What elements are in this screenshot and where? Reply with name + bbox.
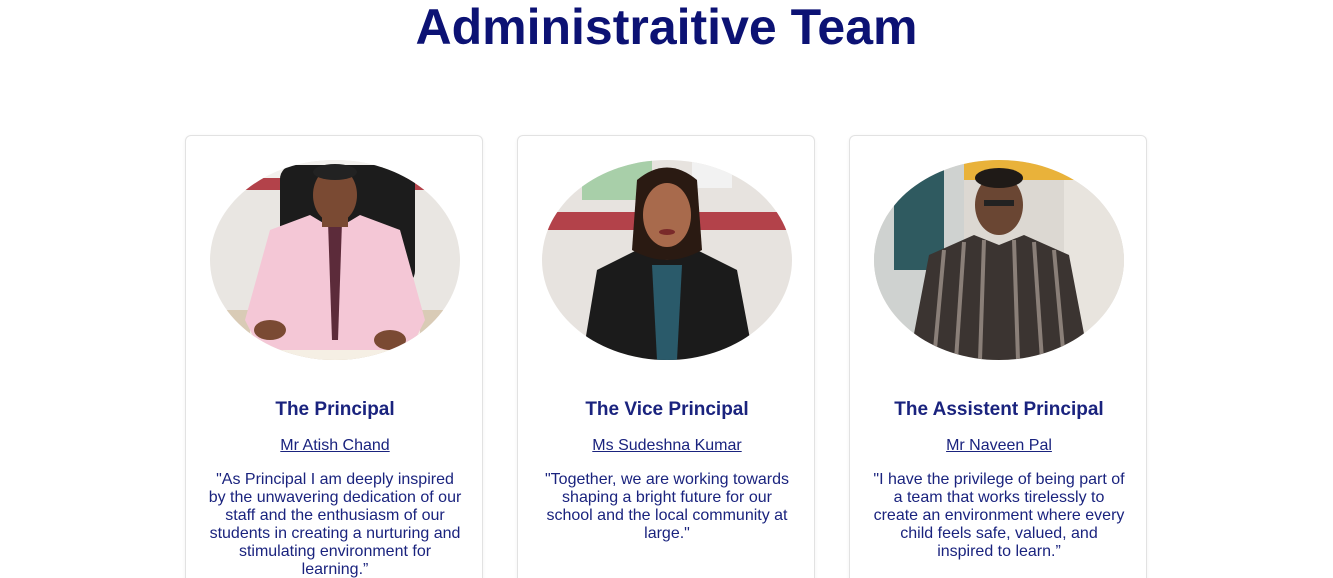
assistant-principal-quote: "I have the privilege of being part of a… (873, 471, 1125, 560)
role-title: The Vice Principal (585, 399, 749, 420)
assistant-principal-name-link[interactable]: Mr Naveen Pal (850, 436, 1148, 456)
vice-principal-quote: "Together, we are working towards shapin… (544, 471, 790, 542)
role-title: The Principal (275, 399, 395, 420)
vice-principal-photo (542, 160, 792, 360)
team-card-assistant-principal: The Assistent Principal Mr Naveen Pal "I… (849, 135, 1147, 578)
principal-quote: "As Principal I am deeply inspired by th… (208, 471, 462, 578)
vice-principal-name-link[interactable]: Ms Sudeshna Kumar (518, 436, 816, 456)
team-card-vice-principal: The Vice Principal Ms Sudeshna Kumar "To… (517, 135, 815, 578)
assistant-principal-photo (874, 160, 1124, 360)
principal-photo (210, 160, 460, 360)
role-title: The Assistent Principal (894, 399, 1104, 420)
team-card-principal: The Principal Mr Atish Chand "As Princip… (185, 135, 483, 578)
section-title: Administraitive Team (415, 0, 918, 55)
administrative-team-section: Administraitive Team The Principal Mr At… (0, 0, 1333, 578)
principal-name-link[interactable]: Mr Atish Chand (186, 436, 484, 456)
